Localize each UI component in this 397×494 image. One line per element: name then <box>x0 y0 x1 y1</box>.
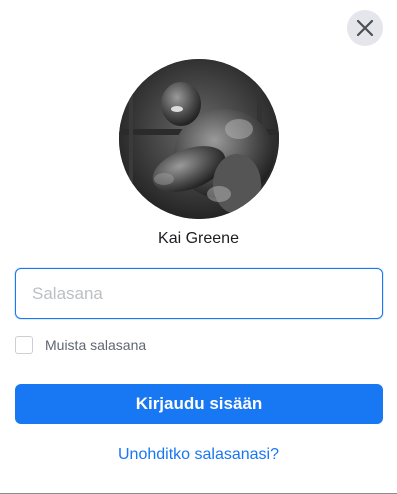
password-input[interactable] <box>15 268 383 319</box>
remember-checkbox[interactable] <box>15 336 33 354</box>
login-dialog: Kai Greene Muista salasana Kirjaudu sisä… <box>0 0 397 494</box>
remember-label: Muista salasana <box>45 337 147 353</box>
remember-password-toggle[interactable]: Muista salasana <box>15 336 146 354</box>
forgot-password-link[interactable]: Unohditko salasanasi? <box>0 446 397 464</box>
profile-name: Kai Greene <box>158 230 239 247</box>
login-button[interactable]: Kirjaudu sisään <box>15 384 383 424</box>
close-button[interactable] <box>347 10 383 46</box>
avatar <box>119 59 279 219</box>
profile-photo <box>119 59 279 219</box>
close-icon <box>356 19 374 37</box>
